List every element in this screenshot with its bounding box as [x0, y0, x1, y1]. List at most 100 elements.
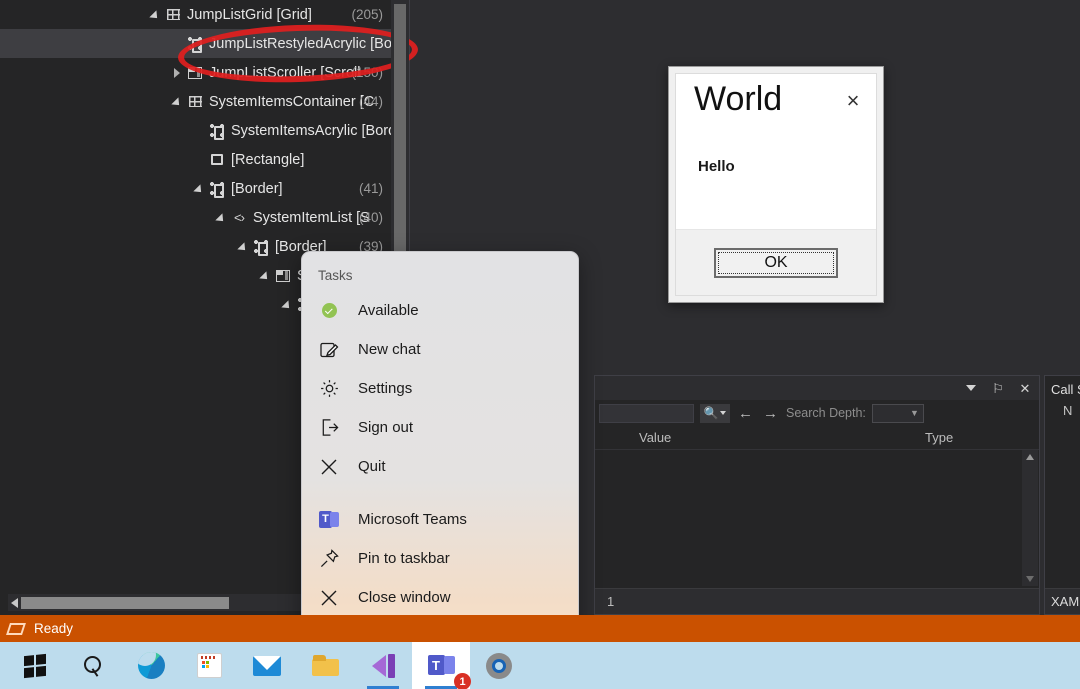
call-stack-panel: Call S N XAM — [1044, 375, 1080, 615]
tree-item-child-count: (150) — [351, 65, 383, 80]
hello-world-dialog: World × Hello OK — [668, 66, 884, 303]
border-icon — [252, 238, 270, 256]
taskbar-item-file-explorer[interactable] — [296, 642, 354, 689]
jumplist-item[interactable]: Sign out — [302, 408, 578, 447]
pin-icon[interactable]: ⚐ — [990, 380, 1006, 396]
call-stack-title[interactable]: Call S — [1045, 376, 1080, 397]
jumplist-item-label: Pin to taskbar — [358, 550, 450, 567]
tree-item-label: [Border] — [231, 180, 283, 197]
search-input[interactable] — [599, 403, 694, 423]
taskbar-item-store[interactable] — [180, 642, 238, 689]
scroll-up-arrow-icon[interactable] — [1026, 454, 1034, 460]
notification-badge: 1 — [454, 673, 471, 689]
tree-twisty-empty — [192, 116, 206, 145]
jumplist-item[interactable]: Quit — [302, 447, 578, 486]
scroll-icon — [274, 267, 292, 285]
tree-item[interactable]: SystemItemsContainer [C (44) — [0, 87, 391, 116]
jumplist-item[interactable]: Settings — [302, 369, 578, 408]
tree-item[interactable]: SystemItemsAcrylic [Border — [0, 116, 391, 145]
properties-grid-header: Value Type — [595, 426, 1039, 450]
taskbar-item-vs-code[interactable] — [354, 642, 412, 689]
tree-item-child-count: (205) — [351, 7, 383, 22]
tree-item[interactable]: [Rectangle] — [0, 145, 391, 174]
jumplist-item[interactable]: Pin to taskbar — [302, 539, 578, 578]
close-icon[interactable]: ✕ — [1017, 380, 1033, 396]
jumplist-item-label: Close window — [358, 589, 451, 606]
border-icon — [186, 35, 204, 53]
quit-close-icon — [316, 454, 342, 480]
close-window-icon — [316, 585, 342, 611]
tree-item[interactable]: JumpListRestyledAcrylic [Borde — [0, 29, 391, 58]
search-depth-combo[interactable]: ▼ — [871, 403, 924, 423]
jumplist-item[interactable]: Available — [302, 291, 578, 330]
properties-toolbar: 🔍 ← → Search Depth: ▼ — [595, 400, 1039, 426]
scrollbar-thumb[interactable] — [21, 596, 229, 609]
teams-jump-list-menu: Tasks Available New chat Settings Sign out Q… — [301, 251, 579, 632]
scroll-down-arrow-icon[interactable] — [1026, 576, 1034, 582]
expand-arrow-open-icon[interactable] — [214, 203, 228, 232]
jumplist-task-items: Available New chat Settings Sign out Quit — [302, 291, 578, 486]
expand-arrow-open-icon[interactable] — [258, 261, 272, 290]
taskbar-item-start[interactable] — [6, 642, 64, 689]
tree-item[interactable]: <› SystemItemList [S (40) — [0, 203, 391, 232]
taskbar-item-search[interactable] — [64, 642, 122, 689]
tree-item[interactable]: JumpListScroller [Scroll (150) — [0, 58, 391, 87]
mail-icon — [252, 651, 282, 681]
sign-out-icon — [316, 415, 342, 441]
tree-item[interactable]: JumpListGrid [Grid] (205) — [0, 0, 391, 29]
expand-arrow-open-icon[interactable] — [280, 290, 294, 319]
settings-gear-icon — [316, 376, 342, 402]
search-icon — [78, 651, 108, 681]
chevron-down-icon[interactable] — [963, 380, 979, 396]
expand-arrow-open-icon[interactable] — [170, 87, 184, 116]
expand-arrow-open-icon[interactable] — [236, 232, 250, 261]
status-bar: Ready — [0, 615, 1080, 642]
tree-item-label: [Rectangle] — [231, 151, 305, 168]
forward-arrow-icon[interactable]: → — [761, 405, 780, 422]
tree-item-label: JumpListScroller [Scroll — [209, 64, 361, 81]
column-header-value[interactable]: Value — [639, 430, 671, 445]
dialog-footer: OK — [676, 229, 876, 295]
tree-item-child-count: (40) — [358, 210, 383, 225]
list-icon: <› — [234, 210, 245, 225]
properties-grid-body[interactable] — [596, 474, 1022, 586]
taskbar-item-mail[interactable] — [238, 642, 296, 689]
taskbar-item-settings[interactable] — [470, 642, 528, 689]
expand-arrow-open-icon[interactable] — [192, 174, 206, 203]
jumplist-item-label: Settings — [358, 380, 413, 397]
ok-button-label: OK — [764, 253, 788, 271]
taskbar-item-edge[interactable] — [122, 642, 180, 689]
back-arrow-icon[interactable]: ← — [736, 405, 755, 422]
border-icon — [208, 122, 226, 140]
jumplist-item[interactable]: Microsoft Teams — [302, 500, 578, 539]
windows-taskbar: 1 — [0, 642, 1080, 689]
jumplist-item-label: Quit — [358, 458, 386, 475]
tree-item-label: SystemItemsContainer [C — [209, 93, 375, 110]
jumplist-item[interactable]: New chat — [302, 330, 578, 369]
pin-icon — [316, 546, 342, 572]
jumplist-item[interactable]: Close window — [302, 578, 578, 617]
dialog-title: World — [694, 80, 783, 118]
properties-vertical-scrollbar[interactable] — [1022, 450, 1038, 586]
call-stack-column-header: N — [1063, 403, 1073, 418]
settings-gear-icon — [484, 651, 514, 681]
magnifier-icon[interactable]: 🔍 — [700, 403, 730, 423]
microsoft-store-icon — [194, 651, 224, 681]
jumplist-item-label: Sign out — [358, 419, 414, 436]
jumplist-pinned-items: Microsoft Teams Pin to taskbar Close windo… — [302, 500, 578, 617]
ok-button[interactable]: OK — [714, 247, 838, 278]
microsoft-teams-icon — [316, 507, 342, 533]
close-icon[interactable]: × — [840, 88, 866, 114]
scroll-left-arrow-icon[interactable] — [11, 597, 18, 608]
scrollbar-thumb[interactable] — [394, 4, 406, 254]
column-header-type[interactable]: Type — [925, 430, 953, 445]
rectangle-icon — [208, 151, 226, 169]
expand-arrow-closed-icon[interactable] — [170, 58, 184, 87]
tree-item-label: JumpListGrid [Grid] — [187, 6, 312, 23]
properties-panel: ⚐ ✕ 🔍 ← → Search Depth: ▼ Value Type 1 — [594, 375, 1040, 615]
microsoft-teams-icon — [426, 651, 456, 681]
tree-item[interactable]: [Border] (41) — [0, 174, 391, 203]
taskbar-item-teams[interactable]: 1 — [412, 642, 471, 689]
screenshot-root: JumpListGrid [Grid] (205) JumpListRestyled… — [0, 0, 1080, 689]
expand-arrow-open-icon[interactable] — [148, 0, 162, 29]
